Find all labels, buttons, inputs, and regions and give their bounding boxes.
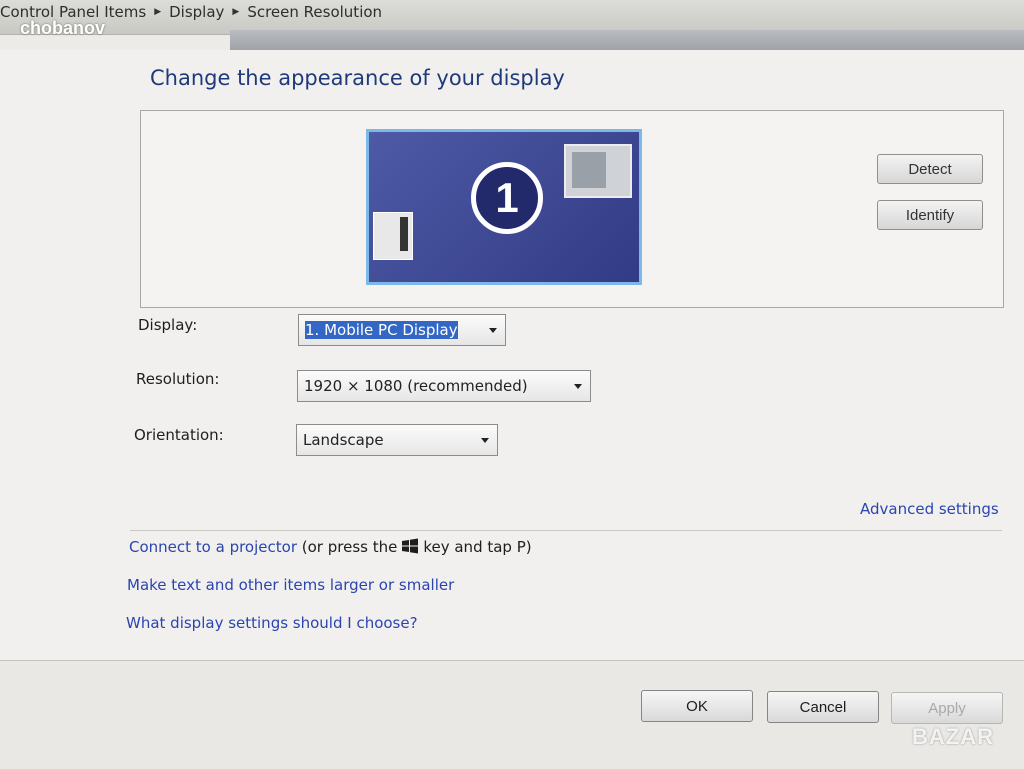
advanced-settings-link[interactable]: Advanced settings	[860, 500, 999, 518]
orientation-select-value: Landscape	[303, 431, 384, 449]
window-thumbnail	[564, 144, 632, 198]
apply-button[interactable]: Apply	[891, 692, 1003, 724]
dropdown-arrow-icon	[481, 438, 489, 443]
dropdown-arrow-icon	[574, 384, 582, 389]
windows-logo-icon	[402, 538, 419, 554]
resolution-select-value: 1920 × 1080 (recommended)	[304, 377, 528, 395]
orientation-select[interactable]: Landscape	[296, 424, 498, 456]
detect-button[interactable]: Detect	[877, 154, 983, 184]
chevron-right-icon[interactable]: ▶	[154, 7, 161, 17]
projector-hint-text: (or press the	[301, 538, 398, 556]
divider	[130, 530, 1002, 531]
identify-button[interactable]: Identify	[877, 200, 983, 230]
breadcrumb-item-screen-resolution[interactable]: Screen Resolution	[247, 3, 382, 21]
page-title: Change the appearance of your display	[150, 66, 565, 90]
text-size-link[interactable]: Make text and other items larger or smal…	[127, 576, 454, 594]
resolution-select[interactable]: 1920 × 1080 (recommended)	[297, 370, 591, 402]
address-bar-strip	[230, 30, 1024, 50]
display-label: Display:	[138, 316, 198, 334]
projector-line: Connect to a projector (or press the key…	[129, 538, 532, 556]
dropdown-arrow-icon	[489, 328, 497, 333]
window-thumbnail	[373, 212, 413, 260]
connect-projector-link[interactable]: Connect to a projector	[129, 538, 297, 556]
display-settings-help-link[interactable]: What display settings should I choose?	[126, 614, 418, 632]
orientation-label: Orientation:	[134, 426, 224, 444]
ok-button[interactable]: OK	[641, 690, 753, 722]
display-select[interactable]: 1. Mobile PC Display	[298, 314, 506, 346]
chevron-right-icon[interactable]: ▶	[232, 7, 239, 17]
cancel-button[interactable]: Cancel	[767, 691, 879, 723]
breadcrumb-item-display[interactable]: Display	[169, 3, 224, 21]
monitor-1-thumbnail[interactable]: 1	[366, 129, 642, 285]
watermark-bottom: BAZAR	[912, 724, 994, 749]
monitor-arrangement-area: 1	[140, 110, 1004, 308]
display-select-value: 1. Mobile PC Display	[305, 321, 458, 339]
resolution-label: Resolution:	[136, 370, 220, 388]
projector-hint-text: key and tap P)	[423, 538, 532, 556]
watermark-top: chobanov	[20, 18, 106, 38]
monitor-number-badge: 1	[471, 162, 543, 234]
